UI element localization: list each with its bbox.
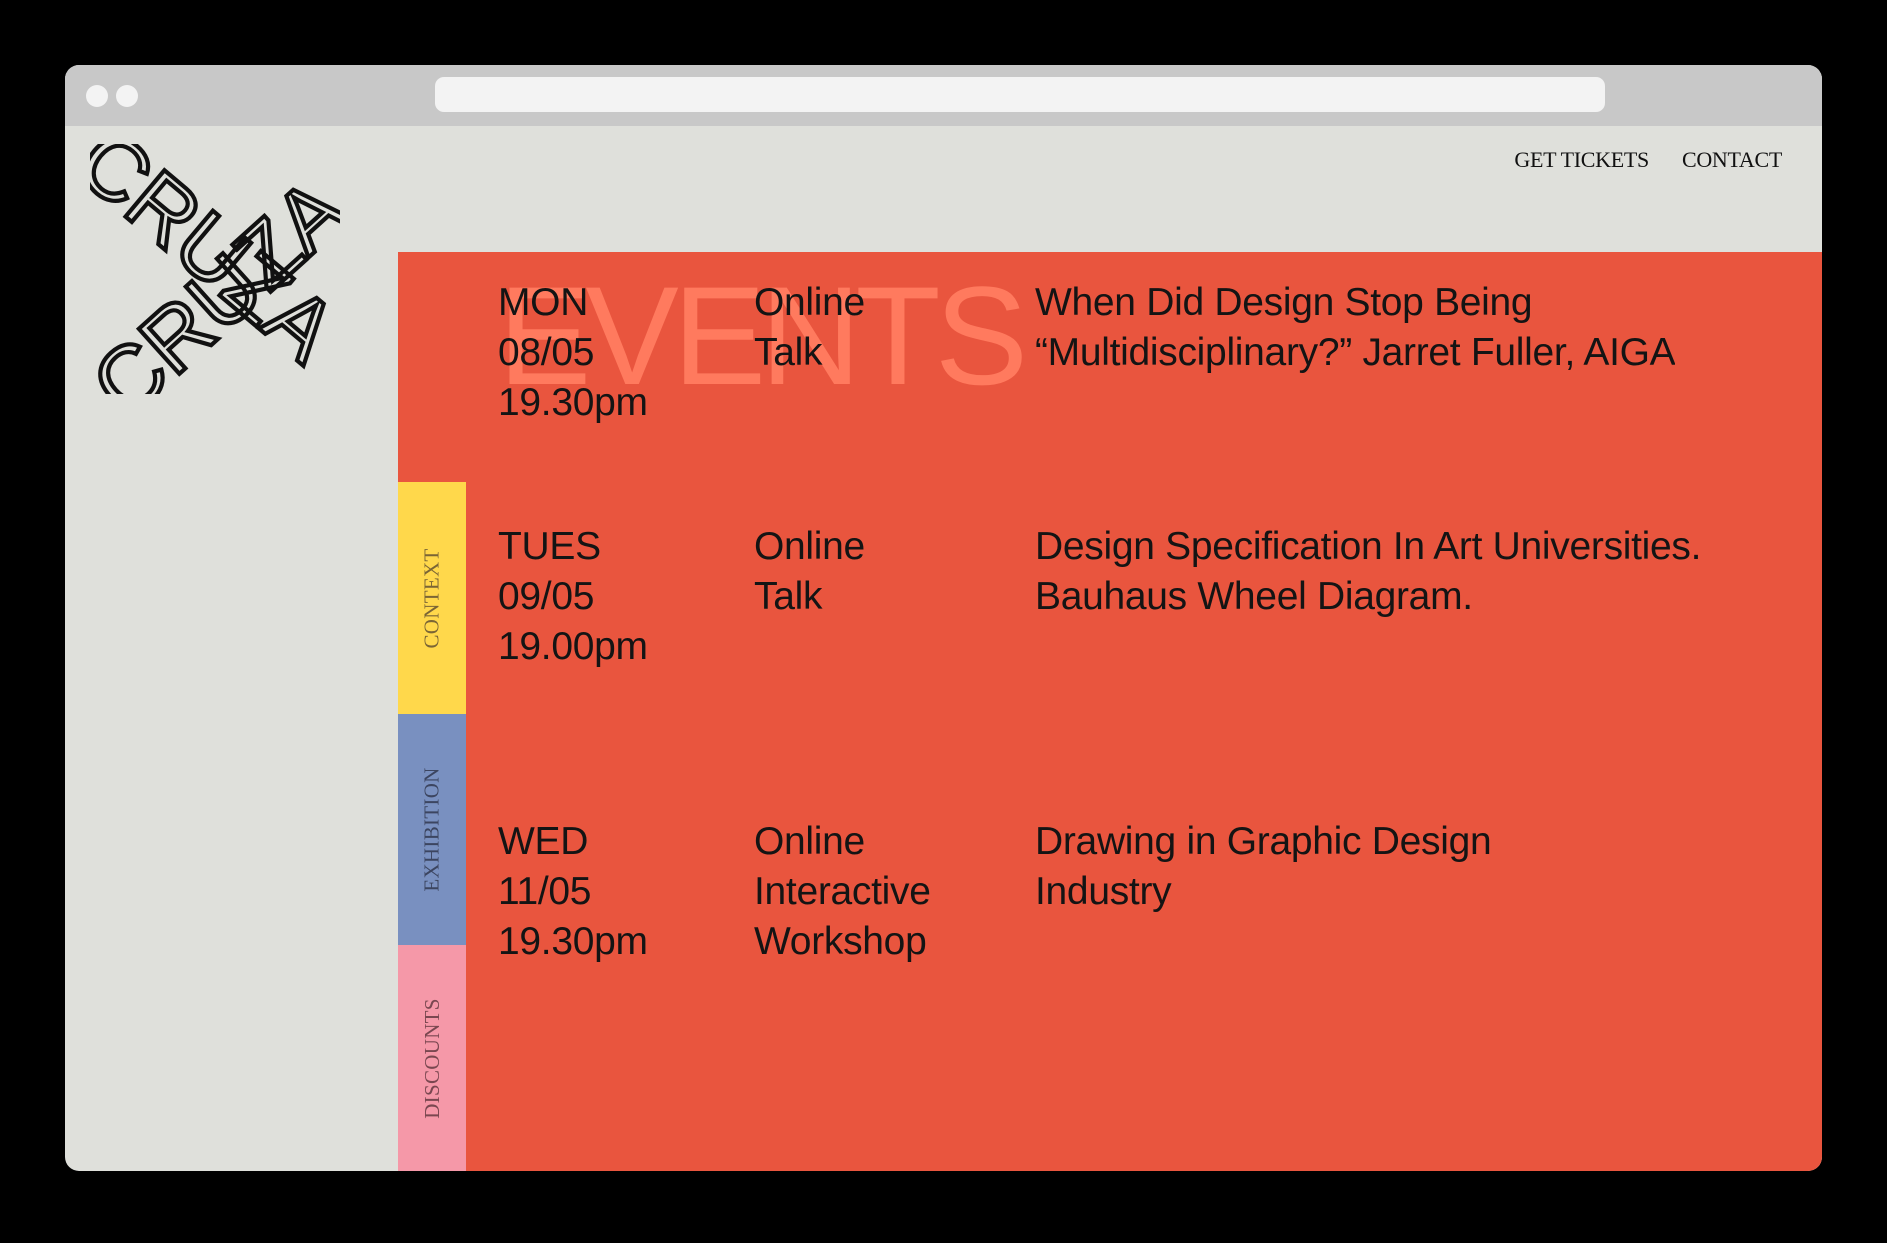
window-control-dot[interactable] (116, 85, 138, 107)
event-date: 08/05 (498, 331, 595, 374)
event-type: Online Talk (754, 278, 865, 378)
event-title: When Did Design Stop Being “Multidiscipl… (1035, 278, 1675, 378)
tab-discounts[interactable]: DISCOUNTS (398, 945, 466, 1171)
event-title-line: Bauhaus Wheel Diagram. (1035, 575, 1473, 618)
event-datetime: WED 11/05 19.30pm (498, 817, 648, 967)
event-type: Online Talk (754, 522, 865, 622)
event-type: Online Interactive Workshop (754, 817, 931, 967)
get-tickets-link[interactable]: GET TICKETS (1514, 147, 1649, 173)
top-nav: GET TICKETS CONTACT (1514, 147, 1782, 173)
tab-context[interactable]: CONTEXT (398, 482, 466, 714)
event-type-line: Workshop (754, 920, 927, 963)
event-day: WED (498, 820, 589, 863)
event-time: 19.30pm (498, 920, 648, 963)
tab-context-label: CONTEXT (419, 547, 444, 649)
cruza-logo[interactable]: CRUZA CRUZA (90, 144, 340, 394)
browser-window: CRUZA CRUZA GET TICKETS CONTACT EVENTS C… (65, 65, 1822, 1171)
event-title-line: When Did Design Stop Being (1035, 281, 1533, 324)
event-title: Design Specification In Art Universities… (1035, 522, 1755, 622)
events-panel: EVENTS CONTEXT EXHIBITION DISCOUNTS MON … (398, 252, 1822, 1171)
event-datetime: TUES 09/05 19.00pm (498, 522, 648, 672)
event-date: 11/05 (498, 870, 592, 913)
tab-exhibition[interactable]: EXHIBITION (398, 714, 466, 945)
window-control-dot[interactable] (86, 85, 108, 107)
browser-toolbar (65, 65, 1822, 126)
event-title-line: “Multidisciplinary?” Jarret Fuller, AIGA (1035, 331, 1675, 374)
event-type-line: Talk (754, 331, 823, 374)
event-title: Drawing in Graphic Design Industry (1035, 817, 1675, 917)
event-datetime: MON 08/05 19.30pm (498, 278, 648, 428)
contact-link[interactable]: CONTACT (1682, 147, 1782, 173)
event-day: TUES (498, 525, 601, 568)
event-time: 19.00pm (498, 625, 648, 668)
event-title-line: Drawing in Graphic Design (1035, 820, 1492, 863)
tab-discounts-label: DISCOUNTS (419, 997, 444, 1119)
event-type-line: Talk (754, 575, 823, 618)
event-time: 19.30pm (498, 381, 648, 424)
event-day: MON (498, 281, 589, 324)
event-type-line: Online (754, 281, 865, 324)
event-title-line: Industry (1035, 870, 1172, 913)
event-type-line: Interactive (754, 870, 931, 913)
address-bar[interactable] (435, 77, 1605, 112)
event-type-line: Online (754, 525, 865, 568)
event-date: 09/05 (498, 575, 595, 618)
event-type-line: Online (754, 820, 865, 863)
tab-exhibition-label: EXHIBITION (419, 767, 444, 892)
event-title-line: Design Specification In Art Universities… (1035, 525, 1702, 568)
